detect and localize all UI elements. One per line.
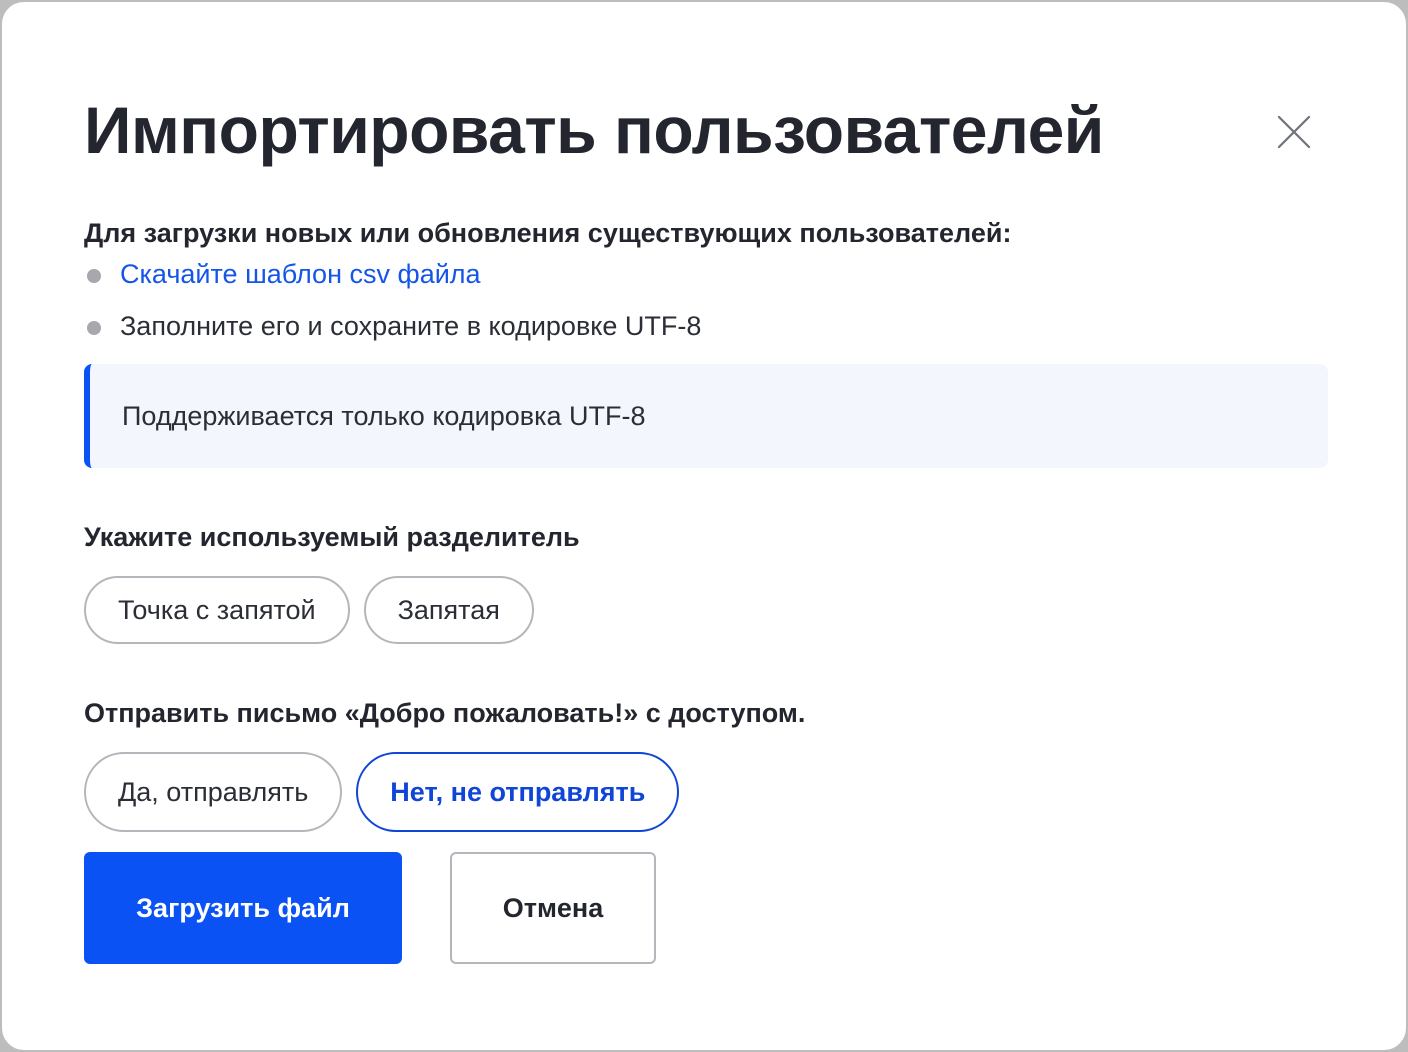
upload-file-button[interactable]: Загрузить файл xyxy=(84,852,402,964)
dialog-title: Импортировать пользователей xyxy=(84,93,1104,167)
welcome-email-label: Отправить письмо «Добро пожаловать!» с д… xyxy=(84,698,806,728)
import-users-dialog: Импортировать пользователей Для загрузки… xyxy=(2,2,1406,1050)
welcome-email-option-no[interactable]: Нет, не отправлять xyxy=(356,752,680,832)
close-button[interactable] xyxy=(1268,106,1320,158)
separator-option-semicolon[interactable]: Точка с запятой xyxy=(84,576,350,644)
steps-list: Скачайте шаблон csv файла Заполните его … xyxy=(84,256,701,360)
list-item: Скачайте шаблон csv файла xyxy=(84,256,701,308)
intro-text: Для загрузки новых или обновления сущест… xyxy=(84,218,1012,248)
separator-option-comma[interactable]: Запятая xyxy=(363,576,534,644)
list-item: Заполните его и сохраните в кодировке UT… xyxy=(84,308,701,360)
download-template-link[interactable]: Скачайте шаблон csv файла xyxy=(120,259,481,289)
notice-text: Поддерживается только кодировка UTF-8 xyxy=(122,400,646,431)
welcome-email-option-yes[interactable]: Да, отправлять xyxy=(84,752,343,832)
encoding-notice: Поддерживается только кодировка UTF-8 xyxy=(84,364,1328,468)
bullet-dot-icon xyxy=(87,321,101,335)
bullet-dot-icon xyxy=(87,269,101,283)
welcome-email-options: Да, отправлять Нет, не отправлять xyxy=(84,752,680,832)
step-text: Заполните его и сохраните в кодировке UT… xyxy=(120,311,702,341)
separator-options: Точка с запятой Запятая xyxy=(84,576,534,644)
separator-label: Укажите используемый разделитель xyxy=(84,522,580,552)
cancel-button[interactable]: Отмена xyxy=(450,852,656,964)
close-icon xyxy=(1277,115,1311,149)
